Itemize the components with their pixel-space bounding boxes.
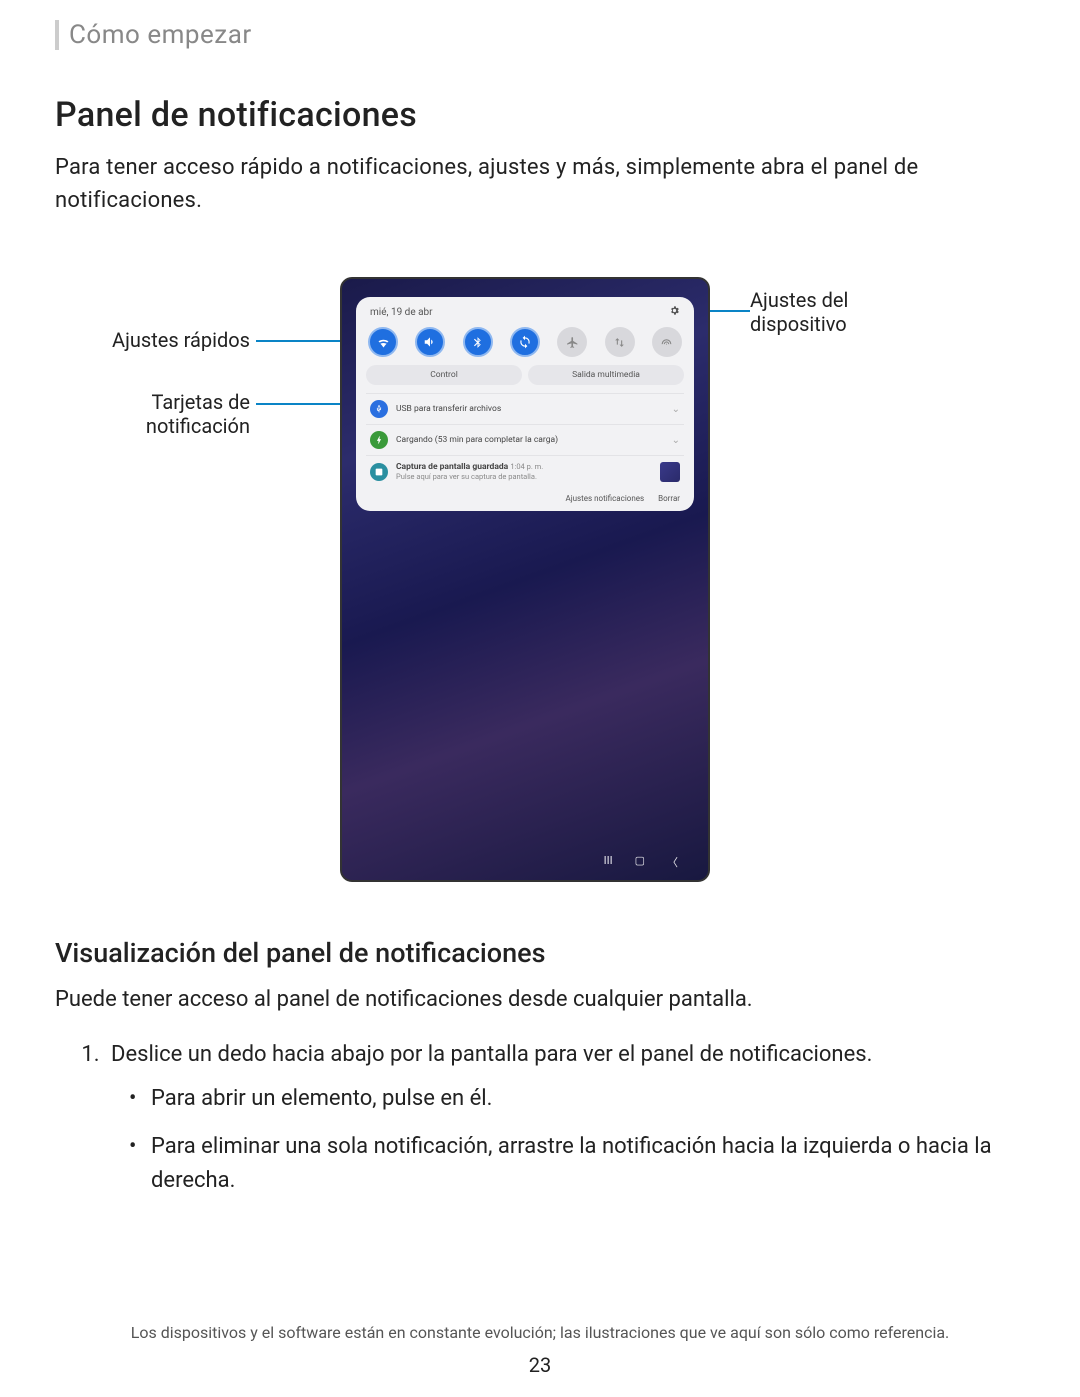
figure: Ajustes rápidos Tarjetas de notificación… xyxy=(160,277,920,897)
signal-icon[interactable] xyxy=(652,327,682,357)
airplane-icon[interactable] xyxy=(557,327,587,357)
battery-icon xyxy=(370,431,388,449)
callout-text: notificación xyxy=(146,414,250,438)
step-text: Deslice un dedo hacia abajo por la panta… xyxy=(111,1042,872,1067)
notif-subtitle: Pulse aquí para ver su captura de pantal… xyxy=(396,472,537,481)
breadcrumb-bar: Cómo empezar xyxy=(55,20,1025,50)
page-number: 23 xyxy=(0,1353,1080,1377)
sound-icon[interactable] xyxy=(415,327,445,357)
clear-button[interactable]: Borrar xyxy=(658,494,680,503)
control-button[interactable]: Control xyxy=(366,365,522,385)
breadcrumb: Cómo empezar xyxy=(69,20,1025,50)
bullets-list: Para abrir un elemento, pulse en él. Par… xyxy=(151,1082,1025,1198)
back-icon[interactable]: 〈 xyxy=(667,854,678,870)
callout-text: Ajustes del xyxy=(750,288,848,312)
media-output-button[interactable]: Salida multimedia xyxy=(528,365,684,385)
device-navbar: III ▢ 〈 xyxy=(342,854,708,870)
intro-paragraph: Para tener acceso rápido a notificacione… xyxy=(55,151,1025,217)
screenshot-icon xyxy=(370,463,388,481)
device-screenshot: mié, 19 de abr xyxy=(340,277,710,882)
chevron-down-icon: ⌄ xyxy=(672,404,680,415)
screenshot-thumbnail xyxy=(660,462,680,482)
chevron-down-icon: ⌄ xyxy=(672,435,680,446)
bluetooth-icon[interactable] xyxy=(463,327,493,357)
notif-text: Cargando (53 min para completar la carga… xyxy=(396,435,664,445)
notif-text: USB para transferir archivos xyxy=(396,404,664,414)
sync-icon[interactable] xyxy=(510,327,540,357)
panel-top: mié, 19 de abr xyxy=(366,305,684,325)
recents-icon[interactable]: III xyxy=(604,854,613,870)
quick-settings-row xyxy=(366,325,684,365)
list-item: Deslice un dedo hacia abajo por la panta… xyxy=(105,1038,1025,1198)
notification-panel: mié, 19 de abr xyxy=(356,297,694,511)
section-heading: Visualización del panel de notificacione… xyxy=(55,937,1025,969)
callout-notif-cards: Tarjetas de notificación xyxy=(90,390,250,438)
notification-settings-link[interactable]: Ajustes notificaciones xyxy=(565,494,644,503)
notification-card[interactable]: Captura de pantalla guardada 1:04 p. m. … xyxy=(366,455,684,488)
panel-footer: Ajustes notificaciones Borrar xyxy=(366,488,684,503)
home-icon[interactable]: ▢ xyxy=(635,854,645,870)
notification-card[interactable]: USB para transferir archivos ⌄ xyxy=(366,393,684,424)
usb-icon xyxy=(370,400,388,418)
notification-card[interactable]: Cargando (53 min para completar la carga… xyxy=(366,424,684,455)
notif-time: 1:04 p. m. xyxy=(510,462,543,471)
panel-date: mié, 19 de abr xyxy=(370,307,433,318)
notif-text: Captura de pantalla guardada 1:04 p. m. … xyxy=(396,462,652,482)
control-row: Control Salida multimedia xyxy=(366,365,684,385)
list-item: Para eliminar una sola notificación, arr… xyxy=(151,1130,1025,1198)
callout-text: Tarjetas de xyxy=(152,390,250,414)
callout-device-settings: Ajustes del dispositivo xyxy=(750,288,910,336)
body-paragraph: Puede tener acceso al panel de notificac… xyxy=(55,983,1025,1016)
list-item: Para abrir un elemento, pulse en él. xyxy=(151,1082,1025,1116)
page-title: Panel de notificaciones xyxy=(55,95,1025,135)
footnote: Los dispositivos y el software están en … xyxy=(0,1323,1080,1342)
notif-title: Captura de pantalla guardada xyxy=(396,462,508,472)
callout-quick-settings: Ajustes rápidos xyxy=(90,328,250,352)
data-icon[interactable] xyxy=(605,327,635,357)
callout-text: dispositivo xyxy=(750,312,847,336)
gear-icon[interactable] xyxy=(669,305,680,319)
steps-list: Deslice un dedo hacia abajo por la panta… xyxy=(105,1038,1025,1198)
wifi-icon[interactable] xyxy=(368,327,398,357)
